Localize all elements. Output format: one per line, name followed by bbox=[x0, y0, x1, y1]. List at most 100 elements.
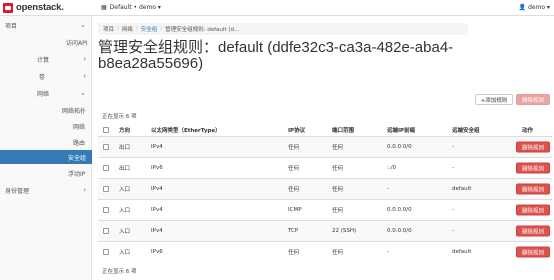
delete-rules-button[interactable]: 删除规则 bbox=[516, 94, 550, 105]
chevron-right-icon: › bbox=[83, 55, 86, 63]
sidebar-item-identity[interactable]: 身份管理 › bbox=[0, 183, 92, 197]
column-header-ethertype[interactable]: 以太网类型（EtherType） bbox=[151, 126, 221, 134]
cell-protocol: 任何 bbox=[288, 145, 300, 151]
sidebar-item-floating-ips[interactable]: 浮动IP bbox=[0, 166, 92, 180]
cell-remote-ip-prefix: - bbox=[387, 186, 389, 192]
delete-rule-button[interactable]: 删除规则 bbox=[516, 246, 550, 258]
breadcrumb-item-security-groups[interactable]: 安全组 bbox=[141, 25, 158, 33]
cell-remote-group: - bbox=[452, 144, 454, 150]
cell-protocol: 任何 bbox=[288, 187, 300, 193]
cell-protocol: ICMP bbox=[288, 207, 302, 213]
breadcrumb-item-network[interactable]: 网络 bbox=[122, 25, 133, 33]
openstack-logo-icon bbox=[3, 2, 13, 13]
cell-remote-ip-prefix: 0.0.0.0/0 bbox=[387, 207, 412, 213]
cell-protocol: 任何 bbox=[288, 166, 300, 172]
logo-text: openstack. bbox=[16, 2, 64, 13]
row-checkbox[interactable] bbox=[103, 249, 109, 255]
sidebar: 项目 ⌄ 访问API 计算 › 卷 › 网络 ⌄ 网络拓扑 网络 路由 安全组 … bbox=[0, 16, 92, 280]
column-header-protocol[interactable]: IP协议 bbox=[288, 126, 305, 134]
cell-ethertype: IPv6 bbox=[151, 165, 163, 171]
cell-port-range: 任何 bbox=[332, 208, 344, 214]
user-label: demo ▾ bbox=[528, 4, 550, 11]
main-content: 项目 / 网络 / 安全组 / 管理安全组规则: default (d... 管… bbox=[92, 16, 554, 280]
row-checkbox[interactable] bbox=[103, 186, 109, 192]
cell-ethertype: IPv4 bbox=[151, 144, 163, 150]
cell-port-range: 任何 bbox=[332, 187, 344, 193]
sidebar-item-routers[interactable]: 路由 bbox=[0, 135, 92, 149]
cell-direction: 入口 bbox=[119, 187, 131, 193]
cell-remote-group: - bbox=[452, 228, 454, 234]
delete-rule-button[interactable]: 删除规则 bbox=[516, 204, 550, 216]
cell-direction: 出口 bbox=[119, 166, 131, 172]
delete-rule-button[interactable]: 删除规则 bbox=[516, 141, 550, 153]
sidebar-item-label: 网络 bbox=[37, 90, 50, 98]
table-row: 出口 IPv6 任何 任何 ::/0 - 删除规则 bbox=[98, 157, 552, 178]
cell-remote-group: - bbox=[452, 165, 454, 171]
item-count-top: 正在显示 6 项 bbox=[102, 114, 137, 120]
select-all-checkbox[interactable] bbox=[103, 127, 109, 133]
cell-port-range: 22 (SSH) bbox=[332, 228, 357, 234]
cell-port-range: 任何 bbox=[332, 145, 344, 151]
row-checkbox[interactable] bbox=[103, 207, 109, 213]
breadcrumb-item-current: 管理安全组规则: default (d... bbox=[165, 27, 240, 33]
cell-direction: 出口 bbox=[119, 145, 131, 151]
table-row: 入口 IPv4 TCP 22 (SSH) 0.0.0.0/0 - 删除规则 bbox=[98, 220, 552, 241]
sidebar-item-network[interactable]: 网络 ⌄ bbox=[0, 86, 92, 100]
column-header-port-range[interactable]: 端口范围 bbox=[332, 126, 354, 134]
chevron-right-icon: › bbox=[83, 72, 86, 80]
sidebar-item-label: 卷 bbox=[39, 73, 46, 81]
column-header-remote-group[interactable]: 远端安全组 bbox=[452, 126, 480, 134]
column-header-actions: 动作 bbox=[522, 128, 534, 134]
delete-rule-button[interactable]: 删除规则 bbox=[516, 183, 550, 195]
sidebar-item-project[interactable]: 项目 ⌄ bbox=[0, 18, 92, 32]
breadcrumb-separator: / bbox=[117, 26, 119, 32]
sidebar-item-security-groups[interactable]: 安全组 bbox=[0, 150, 92, 164]
add-rule-button[interactable]: +添加规则 bbox=[475, 94, 513, 105]
row-checkbox[interactable] bbox=[103, 228, 109, 234]
chevron-right-icon: › bbox=[83, 186, 86, 194]
row-checkbox[interactable] bbox=[103, 144, 109, 150]
project-label: Default • demo ▾ bbox=[109, 4, 161, 11]
sidebar-item-label: 安全组 bbox=[68, 154, 87, 162]
cell-remote-ip-prefix: ::/0 bbox=[387, 165, 397, 171]
cell-direction: 入口 bbox=[119, 250, 131, 256]
page-title: 管理安全组规则：default (ddfe32c3-ca3a-482e-aba4… bbox=[98, 39, 454, 72]
sidebar-item-volumes[interactable]: 卷 › bbox=[0, 69, 92, 83]
cell-ethertype: IPv6 bbox=[151, 249, 163, 255]
sidebar-item-label: 身份管理 bbox=[5, 187, 30, 195]
user-menu[interactable]: 👤 demo ▾ bbox=[519, 4, 550, 11]
delete-rule-button[interactable]: 删除规则 bbox=[516, 225, 550, 237]
table-row: 入口 IPv4 任何 任何 - default 删除规则 bbox=[98, 178, 552, 199]
delete-rule-button[interactable]: 删除规则 bbox=[516, 162, 550, 174]
breadcrumb-separator: / bbox=[135, 26, 138, 32]
cell-direction: 入口 bbox=[119, 208, 131, 214]
column-header-remote-ip-prefix[interactable]: 远端IP前缀 bbox=[387, 126, 415, 134]
breadcrumb-item-project[interactable]: 项目 bbox=[103, 25, 114, 33]
row-checkbox[interactable] bbox=[103, 165, 109, 171]
breadcrumb: 项目 / 网络 / 安全组 / 管理安全组规则: default (d... bbox=[98, 23, 468, 35]
chevron-down-icon: ⌄ bbox=[80, 21, 86, 29]
cell-ethertype: IPv4 bbox=[151, 228, 163, 234]
sidebar-item-label: 访问API bbox=[66, 39, 88, 47]
cell-port-range: 任何 bbox=[332, 166, 344, 172]
breadcrumb-separator: / bbox=[160, 26, 163, 32]
table-row: 入口 IPv4 ICMP 任何 0.0.0.0/0 - 删除规则 bbox=[98, 199, 552, 220]
sidebar-item-label: 项目 bbox=[5, 22, 18, 30]
sidebar-item-network-topology[interactable]: 网络拓扑 bbox=[0, 103, 92, 117]
cell-remote-ip-prefix: 0.0.0.0/0 bbox=[387, 144, 412, 150]
column-header-direction[interactable]: 方向 bbox=[119, 126, 130, 134]
cell-protocol: 任何 bbox=[288, 250, 300, 256]
sidebar-item-networks[interactable]: 网络 bbox=[0, 119, 92, 133]
cell-remote-group: default bbox=[452, 249, 472, 255]
sidebar-item-api-access[interactable]: 访问API bbox=[0, 35, 92, 49]
project-selector[interactable]: ▦ Default • demo ▾ bbox=[101, 4, 161, 11]
project-icon: ▦ bbox=[101, 4, 107, 11]
cell-remote-group: default bbox=[452, 186, 472, 192]
cell-ethertype: IPv4 bbox=[151, 186, 163, 192]
table-row: 入口 IPv6 任何 任何 - default 删除规则 bbox=[98, 241, 552, 262]
cell-remote-ip-prefix: 0.0.0.0/0 bbox=[387, 228, 412, 234]
top-navbar: openstack. ▦ Default • demo ▾ 👤 demo ▾ bbox=[0, 0, 554, 16]
sidebar-item-compute[interactable]: 计算 › bbox=[0, 52, 92, 66]
openstack-logo[interactable]: openstack. bbox=[3, 2, 93, 13]
sidebar-item-label: 计算 bbox=[37, 56, 50, 64]
